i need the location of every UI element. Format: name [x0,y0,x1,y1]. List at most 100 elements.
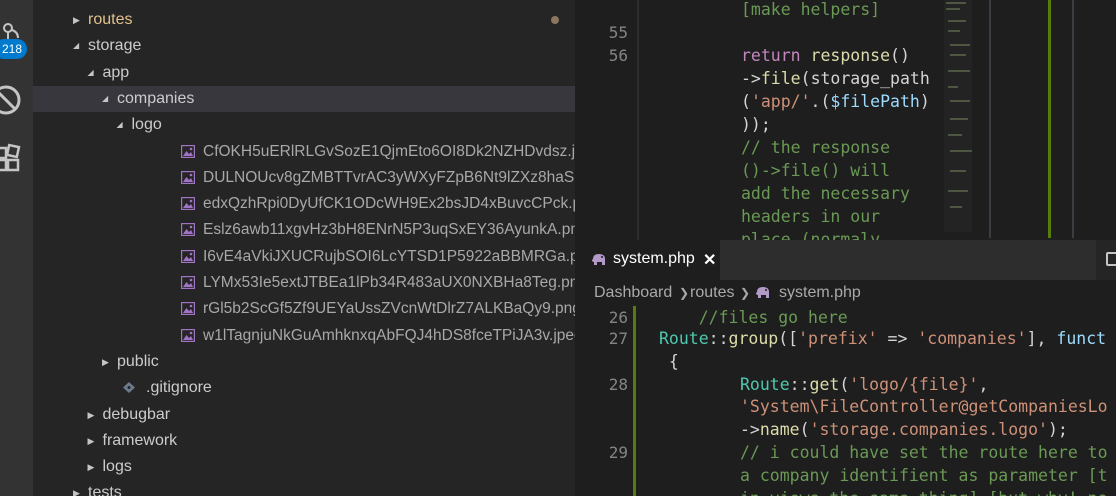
tree-item-label: edxQzhRpi0DyUfCK1ODcWH9Ex2bsJD4xBuvcCPck… [203,195,575,213]
minimap[interactable] [944,0,972,232]
chevron-right-icon[interactable]: ▶ [73,7,83,33]
breadcrumb-file[interactable]: system.php [779,280,861,306]
chevron-right-icon[interactable]: ▶ [88,454,98,480]
chevron-down-icon[interactable]: ◢ [88,60,98,86]
tab-label: system.php [613,250,695,267]
line-number: 29 [608,443,628,462]
tree-item-label: .gitignore [146,379,212,397]
tree-item-label: w1lTagnjuNkGuAmhknxqAbFQJ4hDS8fceTPiJA3v… [203,326,575,344]
git-change-bar [633,306,636,496]
indent-guide [637,0,639,240]
tree-item-label: debugbar [102,405,171,423]
file-item[interactable]: Eslz6awb11xgvHz3bH8ENrN5P3uqSxEY36AyunkA… [33,217,575,243]
code-line[interactable]: )); [741,113,771,136]
folder-item[interactable]: ◢ companies [33,85,575,112]
file-item[interactable]: I6vE4aVkiJXUCRujbSOI6LcYTSD1P5922aBBMRGa… [33,244,575,270]
tab-system-php[interactable]: system.php ✕ [575,240,720,280]
close-icon[interactable]: ✕ [703,250,716,270]
chevron-right-icon[interactable]: ▶ [102,349,112,375]
editor-top-pane[interactable]: [make helpers] 55 56 return response() ->fil… [575,0,1116,240]
line-number: 26 [608,308,628,327]
code-line[interactable]: // i could have set the route here to [740,441,1108,464]
chevron-down-icon[interactable]: ◢ [117,112,127,138]
folder-item[interactable]: ◢ storage [33,33,575,59]
folder-item[interactable]: ▶ routes [33,7,575,33]
chevron-down-icon[interactable]: ◢ [73,33,83,59]
tree-item-label: routes [88,11,133,28]
code-line[interactable]: add the necessary [741,182,910,205]
code-line[interactable]: ('app/'.($filePath) [741,90,930,113]
ruler-line [989,0,991,238]
php-elephant-icon [756,287,769,298]
code-line[interactable]: // the response [741,136,890,159]
ruler-line-2 [1072,0,1074,238]
scm-badge: 218 [0,39,28,59]
code-line[interactable]: place (normaly [741,228,880,240]
code-line[interactable]: in views the same thing] [but why! no [740,487,1108,496]
file-item[interactable]: LYMx53Ie5extJTBEa1lPb34R483aUX0NXBHa8Teg… [33,270,575,296]
image-file-icon [181,302,195,316]
code-line[interactable]: Route::group(['prefix' => 'companies'], … [659,327,1106,350]
code-line[interactable]: headers in our [741,205,880,228]
modified-dot-icon [551,16,559,24]
image-file-icon [181,328,195,342]
tree-item-label: tests [88,484,122,496]
code-line[interactable]: Route::get('logo/{file}', [740,373,988,396]
chevron-right-icon: ❯ [740,286,751,300]
tab-bar-empty [720,240,1096,280]
tree-item-label: companies [117,89,195,107]
code-line[interactable]: ->name('storage.companies.logo'); [740,418,1068,441]
tab-bar: system.php ✕ [575,240,1116,280]
line-number: 56 [608,46,628,65]
breadcrumb-routes[interactable]: routes [690,280,734,306]
code-line[interactable]: a company identifient as parameter [t [740,464,1108,487]
folder-item[interactable]: ▶ public [33,349,575,375]
line-number: 28 [608,375,628,394]
folder-item[interactable]: ◢ logo [33,112,575,138]
folder-item[interactable]: ▶ logs [33,454,575,480]
breadcrumb: Dashboard ❯ routes ❯ system.php [575,280,1116,306]
tree-item-label: I6vE4aVkiJXUCRujbSOI6LcYTSD1P5922aBBMRGa… [203,247,575,265]
code-line[interactable]: ->file(storage_path [741,67,930,90]
image-file-icon [181,223,195,237]
line-number: 27 [608,329,628,348]
file-item[interactable]: w1lTagnjuNkGuAmhknxqAbFQJ4hDS8fceTPiJA3v… [33,323,575,349]
folder-item[interactable]: ▶ debugbar [33,402,575,428]
split-editor-icon[interactable] [1106,252,1116,266]
code-line[interactable]: ()->file() will [741,159,890,182]
chevron-right-icon[interactable]: ▶ [73,480,83,496]
folder-item[interactable]: ◢ app [33,60,575,86]
chevron-right-icon[interactable]: ▶ [88,402,98,428]
git-file-icon [123,382,135,394]
code-line[interactable]: { [659,350,679,373]
file-item[interactable]: edxQzhRpi0DyUfCK1ODcWH9Ex2bsJD4xBuvcCPck… [33,191,575,217]
no-bugs-icon[interactable] [0,84,22,116]
folder-item[interactable]: ▶ tests [33,480,575,496]
tree-item-label: CfOKH5uERlRLGvSozE1QjmEto6OI8Dk2NZHDvdsz… [203,142,575,160]
tree-item-label: LYMx53Ie5extJTBEa1lPb34R483aUX0NXBHa8Teg… [203,274,575,291]
chevron-right-icon[interactable]: ▶ [88,428,98,454]
file-item[interactable]: .gitignore [33,375,575,401]
chevron-down-icon[interactable]: ◢ [102,86,112,112]
code-line[interactable]: [make helpers] [741,0,880,21]
image-file-icon [181,276,195,289]
editor-bottom-pane[interactable]: system.php ✕ Dashboard ❯ routes ❯ system… [575,240,1116,496]
tree-item-label: logo [131,116,162,134]
code-line[interactable]: return response() [741,44,910,67]
tree-item-label: DULNOUcv8gZMBTTvrAC3yWXyFZpB6Nt9lZXz8haS… [203,168,575,186]
file-item[interactable]: DULNOUcv8gZMBTTvrAC3yWXyFZpB6Nt9lZXz8haS… [33,165,575,191]
folder-item[interactable]: ▶ framework [33,428,575,454]
tree-item-label: framework [102,431,178,449]
image-file-icon [181,197,195,211]
code-line[interactable]: //files go here [659,306,848,329]
tree-item-label: rGl5b2ScGf5Zf9UEYaUssZVcnWtDlrZ7ALKBaQy9… [203,300,575,318]
tree-item-label: public [117,352,159,370]
tree-item-label: logs [102,458,132,476]
activity-bar: 218 [0,0,33,496]
tree-item-label: storage [88,37,142,55]
code-line[interactable]: 'System\FileController@getCompaniesLo [740,395,1108,418]
file-item[interactable]: rGl5b2ScGf5Zf9UEYaUssZVcnWtDlrZ7ALKBaQy9… [33,296,575,322]
extensions-icon[interactable] [0,142,22,174]
file-item[interactable]: CfOKH5uERlRLGvSozE1QjmEto6OI8Dk2NZHDvdsz… [33,139,575,165]
breadcrumb-dashboard[interactable]: Dashboard [594,280,672,306]
